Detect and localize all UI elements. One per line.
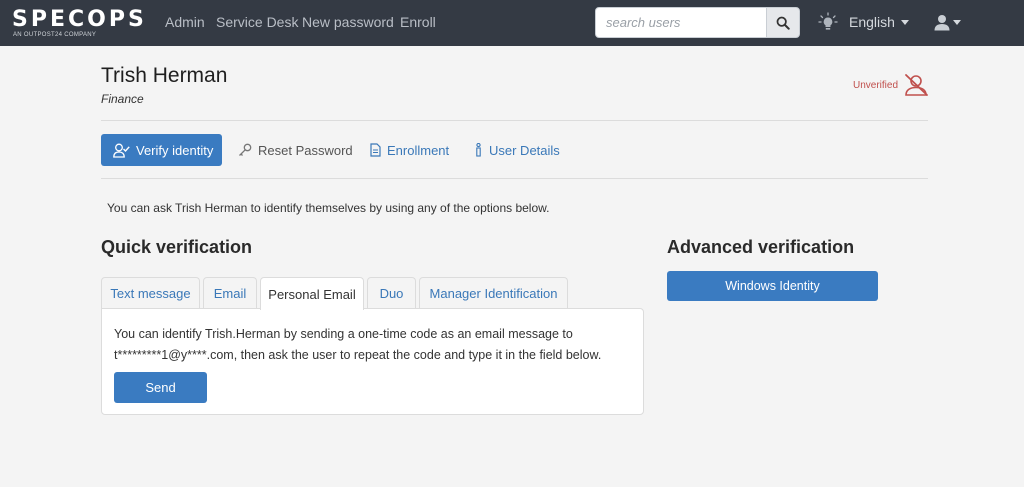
chevron-down-icon xyxy=(900,20,909,25)
nav-enroll[interactable]: Enroll xyxy=(400,14,436,30)
language-label: English xyxy=(849,14,895,30)
tab-personal-email[interactable]: Personal Email xyxy=(260,277,364,310)
search-button[interactable] xyxy=(766,7,800,38)
logo-tagline: AN OUTPOST24 COMPANY xyxy=(13,32,97,38)
key-icon xyxy=(239,143,252,156)
personal-email-panel: You can identify Trish.Herman by sending… xyxy=(101,308,644,415)
quick-verification-title: Quick verification xyxy=(101,237,253,257)
enrollment-button[interactable]: Enrollment xyxy=(370,134,449,166)
search-input[interactable] xyxy=(595,7,767,38)
advanced-verification-title: Advanced verification xyxy=(667,237,855,257)
reset-password-button[interactable]: Reset Password xyxy=(238,134,353,166)
user-menu[interactable] xyxy=(931,13,965,33)
send-button[interactable]: Send xyxy=(114,372,207,403)
tab-text-message[interactable]: Text message xyxy=(101,277,200,309)
panel-instructions: You can identify Trish.Herman by sending… xyxy=(114,324,639,366)
info-icon xyxy=(476,143,481,157)
panel-instructions-line1: You can identify Trish.Herman by sending… xyxy=(114,327,573,341)
user-details-label: User Details xyxy=(489,142,560,158)
user-department: Finance xyxy=(101,92,144,106)
user-icon xyxy=(934,15,950,31)
specops-logo[interactable]: SPECOPS AN OUTPOST24 COMPANY xyxy=(12,7,162,43)
tab-duo[interactable]: Duo xyxy=(367,277,416,309)
language-selector[interactable]: English xyxy=(849,14,909,30)
top-navbar: SPECOPS AN OUTPOST24 COMPANY Admin Servi… xyxy=(0,0,1024,46)
enrollment-label: Enrollment xyxy=(387,142,450,158)
verify-identity-button[interactable]: Verify identity xyxy=(101,134,222,166)
logo-wordmark: SPECOPS xyxy=(12,7,147,32)
document-icon xyxy=(370,143,381,157)
nav-new-password[interactable]: New password xyxy=(302,14,394,30)
nav-service-desk[interactable]: Service Desk xyxy=(216,14,298,30)
nav-admin[interactable]: Admin xyxy=(165,14,205,30)
user-check-icon xyxy=(113,143,130,158)
windows-identity-button[interactable]: Windows Identity xyxy=(667,271,878,301)
divider xyxy=(101,120,928,121)
verify-identity-label: Verify identity xyxy=(136,142,214,158)
lightbulb-icon[interactable] xyxy=(818,12,838,32)
tab-manager-identification[interactable]: Manager Identification xyxy=(419,277,568,309)
status-badge: Unverified xyxy=(853,80,899,91)
panel-instructions-line2: t*********1@y****.com, then ask the user… xyxy=(114,348,602,362)
tab-email[interactable]: Email xyxy=(203,277,257,309)
divider xyxy=(101,178,928,179)
search-icon xyxy=(776,16,790,30)
intro-text: You can ask Trish Herman to identify the… xyxy=(107,201,550,215)
chevron-down-icon xyxy=(953,20,961,25)
user-slash-icon xyxy=(905,74,928,96)
user-search xyxy=(595,7,800,38)
reset-password-label: Reset Password xyxy=(258,142,353,158)
page-title: Trish Herman xyxy=(101,64,228,87)
user-details-button[interactable]: User Details xyxy=(474,134,560,166)
